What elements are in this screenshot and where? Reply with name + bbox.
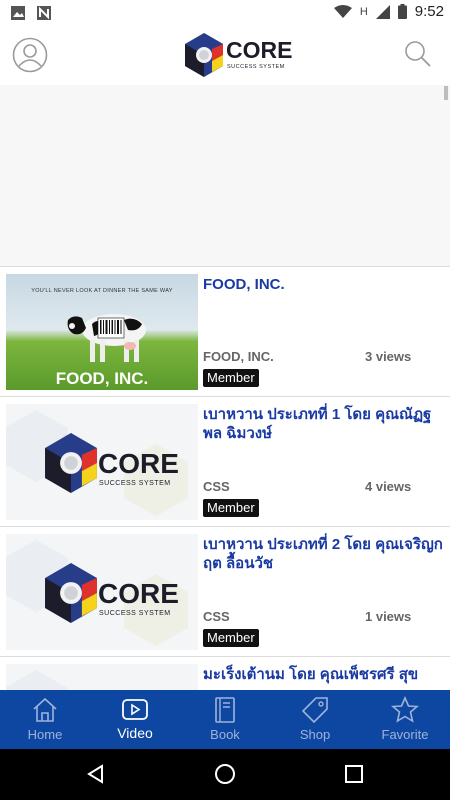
star-icon bbox=[391, 696, 419, 723]
search-icon[interactable] bbox=[404, 40, 432, 68]
video-thumbnail[interactable]: CORE SUCCESS SYSTEM bbox=[6, 534, 198, 650]
image-notification-icon bbox=[11, 6, 25, 20]
tab-favorite-label: Favorite bbox=[381, 727, 429, 742]
tag-icon bbox=[301, 697, 328, 724]
core-hexagon-icon bbox=[185, 33, 223, 77]
tab-home[interactable]: Home bbox=[0, 690, 90, 749]
battery-icon bbox=[397, 4, 407, 19]
video-views: 4 views bbox=[365, 479, 412, 494]
hexagon-watermark-icon bbox=[6, 670, 68, 690]
poster-title: FOOD, INC. bbox=[55, 369, 149, 388]
video-thumbnail[interactable] bbox=[6, 664, 198, 690]
list-item[interactable]: มะเร็งเต้านม โดย คุณเพ็ชรศรี สุข bbox=[0, 656, 450, 690]
video-list: YOU'LL NEVER LOOK AT DINNER THE SAME WAY bbox=[0, 266, 450, 690]
video-category: FOOD, INC. bbox=[203, 349, 274, 364]
thumbnail-tagline: SUCCESS SYSTEM bbox=[99, 480, 171, 487]
clock: 9:52 bbox=[414, 3, 444, 20]
member-badge: Member bbox=[203, 629, 259, 647]
video-category: CSS bbox=[203, 479, 230, 494]
scrollbar[interactable] bbox=[444, 86, 448, 100]
video-title[interactable]: เบาหวาน ประเภทที่ 2 โดย คุณเจริญกฤต ลื้อ… bbox=[203, 535, 443, 573]
video-icon bbox=[122, 699, 148, 720]
tab-video[interactable]: Video bbox=[90, 690, 180, 749]
signal-icon bbox=[375, 4, 390, 19]
bottom-navigation: Home Video Book Shop Favorite bbox=[0, 690, 450, 749]
tab-book-label: Book bbox=[210, 727, 240, 742]
thumbnail-tagline: SUCCESS SYSTEM bbox=[99, 610, 171, 617]
banner-area bbox=[0, 85, 450, 266]
tab-favorite[interactable]: Favorite bbox=[360, 690, 450, 749]
app-notification-icon bbox=[37, 6, 51, 20]
video-views: 1 views bbox=[365, 609, 412, 624]
video-title[interactable]: มะเร็งเต้านม โดย คุณเพ็ชรศรี สุข bbox=[203, 665, 443, 684]
app-bar: CORE SUCCESS SYSTEM bbox=[0, 25, 450, 85]
thumbnail-wordmark: CORE bbox=[98, 448, 179, 479]
tab-home-label: Home bbox=[27, 727, 63, 742]
video-thumbnail[interactable]: YOU'LL NEVER LOOK AT DINNER THE SAME WAY bbox=[6, 274, 198, 390]
member-badge: Member bbox=[203, 499, 259, 517]
profile-icon[interactable] bbox=[12, 37, 48, 73]
recents-icon[interactable] bbox=[345, 765, 363, 783]
core-hexagon-icon bbox=[45, 563, 97, 623]
status-bar: H 9:52 bbox=[0, 0, 450, 25]
video-views: 3 views bbox=[365, 349, 412, 364]
core-hexagon-icon bbox=[45, 433, 97, 493]
home-icon bbox=[33, 697, 57, 722]
video-thumbnail[interactable]: CORE SUCCESS SYSTEM bbox=[6, 404, 198, 520]
video-title[interactable]: เบาหวาน ประเภทที่ 1 โดย คุณณัฏฐพล ฉิมวงษ… bbox=[203, 405, 443, 443]
thumbnail-wordmark: CORE bbox=[98, 578, 179, 609]
list-item[interactable]: CORE SUCCESS SYSTEM เบาหวาน ประเภทที่ 2 … bbox=[0, 526, 450, 656]
home-button-icon[interactable] bbox=[214, 763, 236, 785]
wifi-icon bbox=[333, 4, 352, 18]
tab-shop[interactable]: Shop bbox=[270, 690, 360, 749]
video-title[interactable]: FOOD, INC. bbox=[203, 275, 443, 294]
back-icon[interactable] bbox=[86, 764, 106, 784]
tab-shop-label: Shop bbox=[299, 727, 331, 742]
core-logo: CORE SUCCESS SYSTEM bbox=[182, 31, 292, 79]
tab-video-label: Video bbox=[117, 725, 153, 741]
list-item[interactable]: YOU'LL NEVER LOOK AT DINNER THE SAME WAY bbox=[0, 266, 450, 396]
system-navigation-bar bbox=[0, 749, 450, 800]
logo-wordmark: CORE bbox=[226, 37, 293, 63]
logo-tagline: SUCCESS SYSTEM bbox=[227, 64, 285, 70]
member-badge: Member bbox=[203, 369, 259, 387]
network-type: H bbox=[359, 5, 368, 18]
tab-book[interactable]: Book bbox=[180, 690, 270, 749]
list-item[interactable]: CORE SUCCESS SYSTEM เบาหวาน ประเภทที่ 1 … bbox=[0, 396, 450, 526]
video-category: CSS bbox=[203, 609, 230, 624]
book-icon bbox=[215, 697, 235, 723]
